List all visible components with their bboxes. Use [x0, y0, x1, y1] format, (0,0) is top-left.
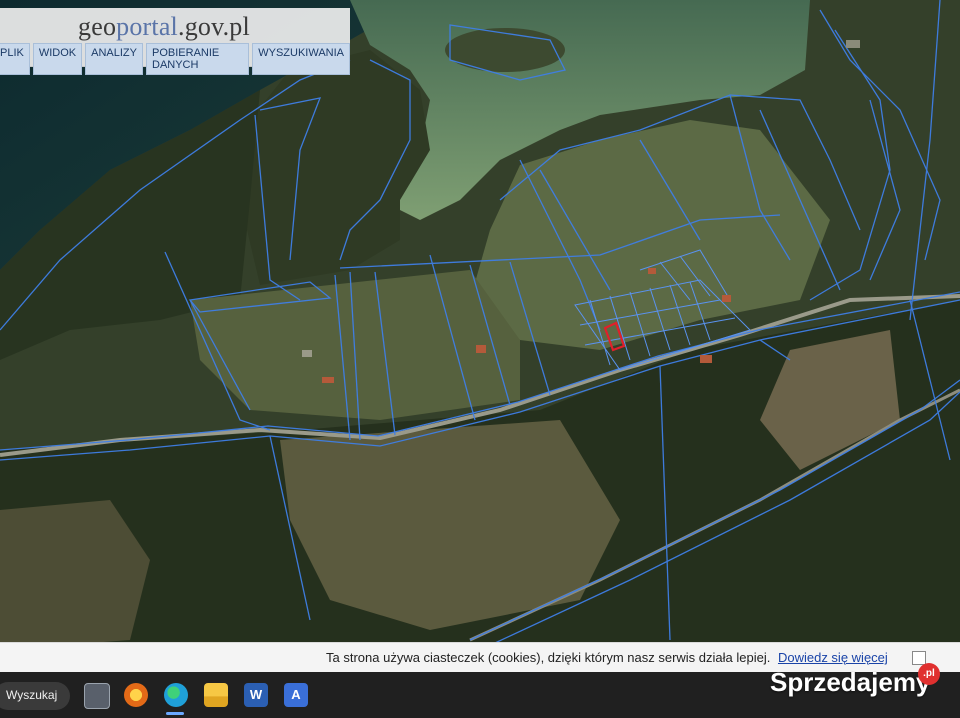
task-view-icon[interactable]: [84, 683, 110, 709]
file-explorer-icon[interactable]: [204, 683, 228, 707]
menu-item-wyszukiwania[interactable]: WYSZUKIWANIA: [252, 43, 350, 75]
taskbar-search-label: Wyszukaj: [6, 688, 58, 702]
sprzedajemy-watermark: Sprzedajemy: [770, 667, 931, 697]
logo-part-portal: portal: [116, 12, 178, 41]
word-icon[interactable]: W: [244, 683, 268, 707]
menu-item-widok[interactable]: WIDOK: [32, 43, 83, 75]
clearing-south: [280, 420, 620, 630]
main-menu: PLIK WIDOK ANALIZY POBIERANIE DANYCH WYS…: [0, 43, 350, 75]
menu-item-pobieranie-danych[interactable]: POBIERANIE DANYCH: [146, 43, 250, 75]
menu-item-plik[interactable]: PLIK: [0, 43, 30, 75]
logo-part-geo: geo: [78, 12, 117, 41]
geoportal-logo[interactable]: geoportal.gov.pl: [78, 12, 250, 42]
island: [445, 28, 565, 72]
logo-part-domain: .gov.pl: [178, 12, 250, 41]
map-view[interactable]: [0, 0, 960, 672]
cookie-text-wrapper: Ta strona używa ciasteczek (cookies), dz…: [326, 650, 888, 665]
taskbar-search[interactable]: Wyszukaj: [0, 682, 70, 710]
brave-like-browser-icon[interactable]: [124, 683, 148, 707]
sprzedajemy-badge: .pl: [918, 663, 940, 685]
geoportal-header: geoportal.gov.pl PLIK WIDOK ANALIZY POBI…: [0, 8, 350, 75]
cookie-message: Ta strona używa ciasteczek (cookies), dz…: [326, 650, 771, 665]
active-app-indicator: [166, 712, 184, 715]
edge-icon[interactable]: [164, 683, 188, 707]
cookie-learn-more-link[interactable]: Dowiedz się więcej: [778, 650, 888, 665]
menu-item-analizy[interactable]: ANALIZY: [85, 43, 143, 75]
app-icon[interactable]: A: [284, 683, 308, 707]
